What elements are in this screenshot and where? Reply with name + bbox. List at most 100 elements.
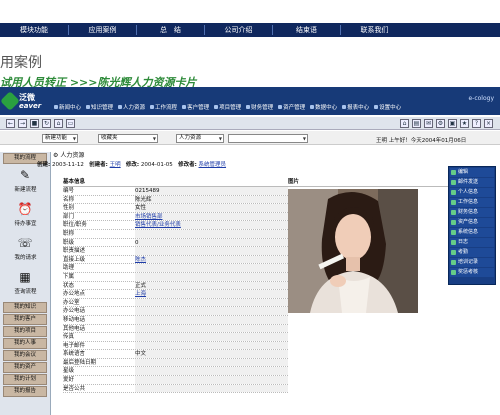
weaver-logo: 泛微 eaver xyxy=(0,90,47,112)
field-value xyxy=(135,315,288,324)
favorites-select[interactable]: 收藏夹 xyxy=(98,134,158,143)
sidebar-tab[interactable]: 我的项目 xyxy=(3,326,47,337)
field-link[interactable]: 市场销售部 xyxy=(135,214,163,220)
field-link[interactable]: 销售代表/业务代表 xyxy=(135,222,181,228)
menu-item-log[interactable]: 日志 xyxy=(450,238,494,247)
top-nav-item[interactable]: 总 结 xyxy=(136,25,204,35)
search-field[interactable] xyxy=(228,134,308,143)
field-value: 女性 xyxy=(135,204,288,212)
context-menu: 编辑 邮件发送 个人信息 工作信息 财务信息 资产信息 系统信息 日志 考勤 培… xyxy=(448,166,496,285)
menu-item-mail[interactable]: 邮件发送 xyxy=(450,178,494,187)
creator-link[interactable]: 王明 xyxy=(110,162,121,168)
module-settings[interactable]: 设置中心 xyxy=(374,103,401,111)
module-report[interactable]: 报表中心 xyxy=(342,103,369,111)
stop-icon[interactable]: ■ xyxy=(30,119,39,128)
field-label: 职称 xyxy=(63,230,75,237)
menu-item-reward[interactable]: 奖惩考核 xyxy=(450,268,494,277)
field-value: 陈杰 xyxy=(135,255,288,264)
module-hr[interactable]: 人力资源 xyxy=(118,103,145,111)
tool-icon[interactable]: ★ xyxy=(460,119,469,128)
top-nav-item[interactable]: 应用案例 xyxy=(68,25,136,35)
field-value xyxy=(135,324,288,333)
module-project[interactable]: 项目管理 xyxy=(214,103,241,111)
menu-item-system[interactable]: 系统信息 xyxy=(450,228,494,237)
field-label: 职位/职务 xyxy=(63,222,87,229)
field-label: 下属 xyxy=(63,273,75,280)
new-function-select[interactable]: 新建功能 xyxy=(42,134,78,143)
field-label: 直接上级 xyxy=(63,256,86,263)
field-value xyxy=(135,264,288,272)
home-icon[interactable]: ⌂ xyxy=(54,119,63,128)
field-link[interactable]: 上海 xyxy=(135,291,146,297)
top-nav-item[interactable]: 公司介绍 xyxy=(204,25,272,35)
table-row: 系统语言 中文 xyxy=(63,350,288,359)
sidebar-new-workflow[interactable]: ✎ 新建流程 xyxy=(0,165,50,199)
field-value xyxy=(135,376,288,384)
sidebar-todo[interactable]: ⏰ 待办事宜 xyxy=(0,199,50,233)
field-link[interactable]: 陈杰 xyxy=(135,257,146,263)
module-workflow[interactable]: 工作流程 xyxy=(150,103,177,111)
module-data[interactable]: 数据中心 xyxy=(310,103,337,111)
sidebar-tab[interactable]: 我的会议 xyxy=(3,350,47,361)
basic-info-section: 基本信息 编号 0215489 名称 陈光辉 性别 女性 部门 市场销售部 职位/职务 销售代表/… xyxy=(63,178,288,415)
sidebar-tab[interactable]: 我的报告 xyxy=(3,386,47,397)
menu-item-finance[interactable]: 财务信息 xyxy=(450,208,494,217)
field-label: 办公室 xyxy=(63,299,80,306)
top-nav-item[interactable]: 模块功能 xyxy=(0,25,68,35)
tool-icon[interactable]: × xyxy=(484,119,493,128)
table-row: 职责描述 xyxy=(63,247,288,256)
menu-item-personal[interactable]: 个人信息 xyxy=(450,188,494,197)
sidebar-tab[interactable]: 我的计划 xyxy=(3,374,47,385)
top-nav-item[interactable]: 结束语 xyxy=(272,25,340,35)
folder-icon[interactable]: ▭ xyxy=(66,119,75,128)
menu-item-assets[interactable]: 资产信息 xyxy=(450,218,494,227)
table-row: 助理 xyxy=(63,264,288,273)
field-label: 办公电话 xyxy=(63,308,86,315)
sidebar-search-workflow[interactable]: ▦ 查询流程 xyxy=(0,267,50,301)
field-label: 办公地点 xyxy=(63,291,86,298)
field-label: 名称 xyxy=(63,196,75,203)
section-title-line: ⚙ 人力资源 xyxy=(53,150,84,159)
tool-icon[interactable]: ⚙ xyxy=(436,119,445,128)
module-select[interactable]: 人力资源 xyxy=(176,134,224,143)
field-label: 职责描述 xyxy=(63,248,86,255)
top-nav-item[interactable]: 联系我们 xyxy=(340,25,408,35)
sidebar-my-requests[interactable]: ☏ 我的请求 xyxy=(0,233,50,267)
table-row: 下属 xyxy=(63,272,288,282)
menu-item-work[interactable]: 工作信息 xyxy=(450,198,494,207)
back-icon[interactable]: ← xyxy=(6,119,15,128)
user-name[interactable]: 王明 xyxy=(376,138,387,144)
refresh-icon[interactable]: ↻ xyxy=(42,119,51,128)
tool-icon[interactable]: ▣ xyxy=(448,119,457,128)
tool-icon[interactable]: ⌂ xyxy=(400,119,409,128)
field-label: 助理 xyxy=(63,265,75,272)
field-value xyxy=(135,367,288,376)
field-label: 爱好 xyxy=(63,377,75,384)
tool-icon[interactable]: ? xyxy=(472,119,481,128)
sidebar-tab[interactable]: 我的客户 xyxy=(3,314,47,325)
page-heading: 用案例 xyxy=(0,55,42,71)
gear-icon: ⚙ xyxy=(53,152,59,159)
modifier-link[interactable]: 系统管理员 xyxy=(199,162,227,168)
tool-icon[interactable]: ▤ xyxy=(412,119,421,128)
sidebar-tab[interactable]: 我的知识 xyxy=(3,302,47,313)
menu-item-attendance[interactable]: 考勤 xyxy=(450,248,494,257)
module-crm[interactable]: 客户管理 xyxy=(182,103,209,111)
table-row: 电子邮件 xyxy=(63,341,288,351)
module-knowledge[interactable]: 知识管理 xyxy=(86,103,113,111)
field-label: 最后登陆日期 xyxy=(63,359,97,366)
field-label: 职级 xyxy=(63,239,75,246)
module-assets[interactable]: 资产管理 xyxy=(278,103,305,111)
basic-info-rows: 编号 0215489 名称 陈光辉 性别 女性 部门 市场销售部 职位/职务 销售代表/业务代表职… xyxy=(63,187,288,394)
tool-icon[interactable]: ✉ xyxy=(424,119,433,128)
module-finance[interactable]: 财务管理 xyxy=(246,103,273,111)
menu-item-edit[interactable]: 编辑 xyxy=(450,168,494,177)
forward-icon[interactable]: → xyxy=(18,119,27,128)
sidebar-tab[interactable]: 我的人事 xyxy=(3,338,47,349)
field-label: 部门 xyxy=(63,213,75,220)
module-news[interactable]: 新闻中心 xyxy=(54,103,81,111)
sidebar-tab[interactable]: 我的资产 xyxy=(3,362,47,373)
menu-item-training[interactable]: 培训记录 xyxy=(450,258,494,267)
field-label: 电子邮件 xyxy=(63,342,86,349)
top-navigation-bar: 模块功能 应用案例 总 结 公司介绍 结束语 联系我们 xyxy=(0,23,500,37)
